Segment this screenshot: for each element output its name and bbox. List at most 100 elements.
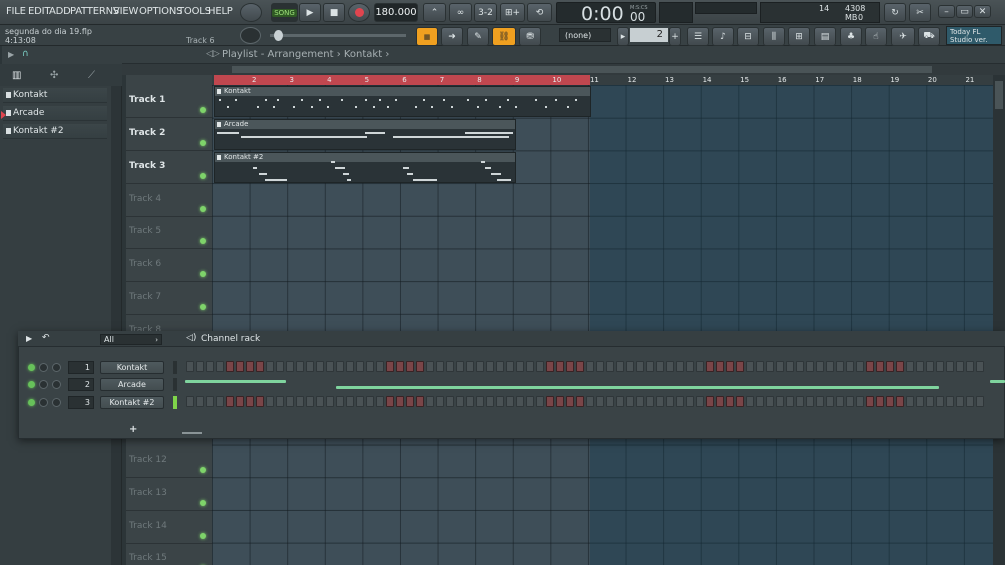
- step-button[interactable]: [946, 361, 954, 372]
- step-button[interactable]: [746, 396, 754, 407]
- step-sequencer[interactable]: [186, 361, 984, 372]
- metronome-button[interactable]: ⌃: [423, 3, 446, 22]
- tools-button[interactable]: ✂: [909, 3, 931, 22]
- step-button[interactable]: [666, 361, 674, 372]
- menu-options[interactable]: OPTIONS: [139, 6, 182, 17]
- step-button[interactable]: [596, 396, 604, 407]
- step-button[interactable]: [406, 361, 414, 372]
- record-button[interactable]: [348, 3, 370, 22]
- browser-item-kontakt-2[interactable]: Kontakt #2: [3, 124, 107, 139]
- browser-scrollbar[interactable]: [111, 86, 121, 565]
- step-button[interactable]: [266, 361, 274, 372]
- channel-mute-led[interactable]: [28, 381, 35, 388]
- track-mute-led[interactable]: [200, 304, 206, 310]
- project-info-button[interactable]: ▤: [814, 27, 836, 46]
- step-button[interactable]: [346, 361, 354, 372]
- news-panel[interactable]: Today FL Studio ver.: [946, 26, 1002, 45]
- track-header-6[interactable]: Track 6: [126, 249, 212, 282]
- step-button[interactable]: [306, 396, 314, 407]
- step-button[interactable]: [346, 396, 354, 407]
- menu-tools[interactable]: TOOLS: [178, 6, 211, 17]
- step-button[interactable]: [536, 396, 544, 407]
- channel-mixer-track[interactable]: 1: [68, 361, 94, 374]
- track-header-3[interactable]: Track 3: [126, 151, 212, 184]
- track-header-7[interactable]: Track 7: [126, 282, 212, 315]
- channel-mixer-track[interactable]: 2: [68, 378, 94, 391]
- step-button[interactable]: [606, 396, 614, 407]
- menu-edit[interactable]: EDIT: [28, 6, 50, 17]
- step-button[interactable]: [306, 361, 314, 372]
- step-button[interactable]: [396, 361, 404, 372]
- piano-roll-button[interactable]: ♪: [712, 27, 734, 46]
- step-button[interactable]: [186, 361, 194, 372]
- menu-view[interactable]: VIEW: [113, 6, 138, 17]
- step-button[interactable]: [406, 396, 414, 407]
- step-button[interactable]: [856, 361, 864, 372]
- step-button[interactable]: [576, 361, 584, 372]
- step-button[interactable]: [196, 396, 204, 407]
- step-button[interactable]: [526, 361, 534, 372]
- undo-icon[interactable]: ↶: [42, 333, 50, 343]
- stamp-button[interactable]: ⛃: [519, 27, 541, 46]
- step-button[interactable]: [566, 361, 574, 372]
- channel-mixer-track[interactable]: 3: [68, 396, 94, 409]
- browser-all-tab[interactable]: ▥: [12, 70, 21, 81]
- link-tool-button[interactable]: ⛓: [492, 27, 516, 46]
- step-button[interactable]: [286, 361, 294, 372]
- step-button[interactable]: [436, 396, 444, 407]
- step-button[interactable]: [196, 361, 204, 372]
- step-button[interactable]: [336, 361, 344, 372]
- step-button[interactable]: [586, 396, 594, 407]
- magnet-icon[interactable]: ∩: [22, 49, 29, 59]
- step-button[interactable]: [966, 396, 974, 407]
- step-button[interactable]: [256, 396, 264, 407]
- track-header-5[interactable]: Track 5: [126, 216, 212, 249]
- step-button[interactable]: [806, 396, 814, 407]
- step-button[interactable]: [296, 396, 304, 407]
- step-button[interactable]: [546, 396, 554, 407]
- step-button[interactable]: [946, 396, 954, 407]
- step-button[interactable]: [786, 361, 794, 372]
- step-button[interactable]: [706, 361, 714, 372]
- browser-plugins-tab[interactable]: ✣: [50, 70, 58, 81]
- pattern-add-button[interactable]: +: [669, 27, 681, 46]
- step-button[interactable]: [786, 396, 794, 407]
- pattern-number[interactable]: 2: [630, 28, 668, 42]
- step-button[interactable]: [776, 396, 784, 407]
- step-button[interactable]: [456, 396, 464, 407]
- step-button[interactable]: [726, 361, 734, 372]
- step-button[interactable]: [616, 396, 624, 407]
- track-header-13[interactable]: Track 13: [126, 478, 212, 511]
- step-button[interactable]: [706, 396, 714, 407]
- rack-swing-icon[interactable]: ◁): [186, 333, 196, 343]
- tempo-display[interactable]: 180.000: [374, 3, 418, 22]
- step-button[interactable]: [356, 361, 364, 372]
- step-button[interactable]: [576, 396, 584, 407]
- step-button[interactable]: [716, 361, 724, 372]
- step-button[interactable]: [826, 361, 834, 372]
- step-button[interactable]: [316, 361, 324, 372]
- piano-roll-preview-note[interactable]: [990, 380, 1005, 383]
- step-button[interactable]: [276, 361, 284, 372]
- wait-input-button[interactable]: ∞: [449, 3, 472, 22]
- step-button[interactable]: [486, 396, 494, 407]
- pattern-clip-kontakt[interactable]: Kontakt: [214, 86, 591, 117]
- channel-row-3[interactable]: 3 Kontakt #2: [18, 395, 1005, 411]
- plugin-picker-button[interactable]: ♣: [840, 27, 862, 46]
- step-button[interactable]: [496, 361, 504, 372]
- step-button[interactable]: [816, 361, 824, 372]
- step-button[interactable]: [886, 396, 894, 407]
- step-button[interactable]: [956, 396, 964, 407]
- step-button[interactable]: [976, 361, 984, 372]
- step-button[interactable]: [766, 361, 774, 372]
- song-mode-toggle[interactable]: SONG: [271, 3, 298, 22]
- channel-mute-led[interactable]: [28, 364, 35, 371]
- step-button[interactable]: [216, 361, 224, 372]
- step-button[interactable]: [756, 361, 764, 372]
- step-button[interactable]: [926, 396, 934, 407]
- step-button[interactable]: [226, 396, 234, 407]
- step-sequencer[interactable]: [186, 396, 984, 407]
- tracking-button[interactable]: ✈: [891, 27, 915, 46]
- playlist-vscrollbar[interactable]: [993, 75, 1005, 565]
- track-mute-led[interactable]: [200, 107, 206, 113]
